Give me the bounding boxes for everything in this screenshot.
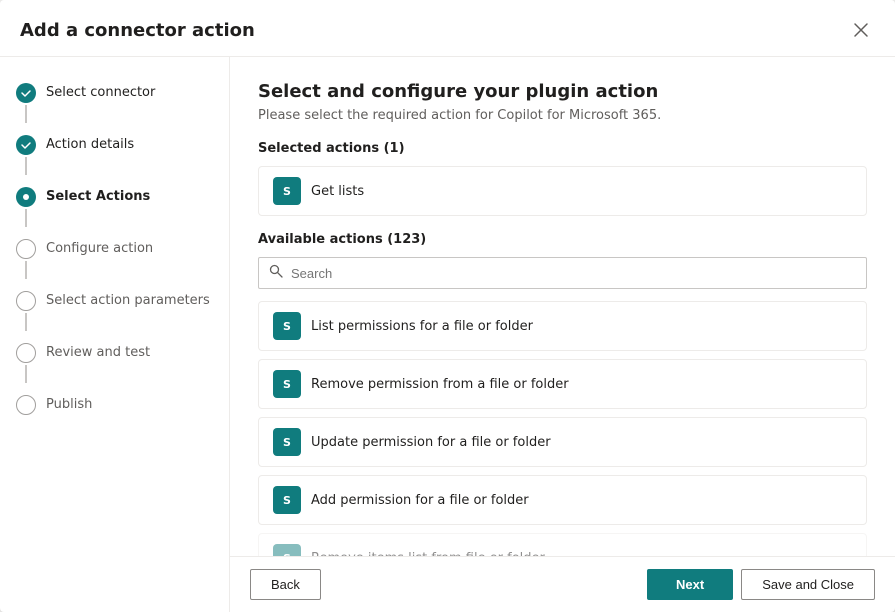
step-label: Select action parameters bbox=[46, 291, 210, 310]
step-indicator-col bbox=[16, 291, 36, 331]
action-name: Update permission for a file or folder bbox=[311, 435, 551, 450]
step-circle-completed bbox=[16, 135, 36, 155]
step-connector-line bbox=[25, 209, 27, 227]
step-label: Configure action bbox=[46, 239, 153, 258]
step-circle-inactive bbox=[16, 239, 36, 259]
sidebar-item-select-actions[interactable]: Select Actions bbox=[0, 181, 229, 233]
step-indicator-col bbox=[16, 135, 36, 175]
action-icon: S bbox=[273, 312, 301, 340]
step-connector-line bbox=[25, 105, 27, 123]
sidebar-item-configure-action[interactable]: Configure action bbox=[0, 233, 229, 285]
search-box[interactable] bbox=[258, 257, 867, 289]
step-circle-active bbox=[16, 187, 36, 207]
step-indicator-col bbox=[16, 343, 36, 383]
action-name: List permissions for a file or folder bbox=[311, 319, 533, 334]
available-action-card-4[interactable]: S Remove items list from file or folder bbox=[258, 533, 867, 556]
step-connector-line bbox=[25, 157, 27, 175]
action-icon: S bbox=[273, 428, 301, 456]
search-input[interactable] bbox=[291, 266, 856, 281]
action-name: Remove permission from a file or folder bbox=[311, 377, 569, 392]
sidebar-item-review-and-test[interactable]: Review and test bbox=[0, 337, 229, 389]
close-icon bbox=[853, 22, 869, 38]
available-action-card-1[interactable]: S Remove permission from a file or folde… bbox=[258, 359, 867, 409]
action-icon: S bbox=[273, 486, 301, 514]
check-icon bbox=[20, 87, 32, 99]
step-label: Select Actions bbox=[46, 187, 150, 206]
icon-text: S bbox=[283, 185, 291, 198]
icon-text: S bbox=[283, 378, 291, 391]
dialog-body: Select connector Action details bbox=[0, 57, 895, 612]
main-content: Select and configure your plugin action … bbox=[230, 57, 895, 612]
main-heading: Select and configure your plugin action bbox=[258, 81, 867, 102]
step-label: Publish bbox=[46, 395, 92, 414]
action-icon: S bbox=[273, 177, 301, 205]
step-label: Select connector bbox=[46, 83, 155, 102]
dialog-title: Add a connector action bbox=[20, 20, 255, 41]
icon-text: S bbox=[283, 552, 291, 557]
step-circle-inactive bbox=[16, 343, 36, 363]
step-connector-line bbox=[25, 313, 27, 331]
action-name: Remove items list from file or folder bbox=[311, 551, 545, 557]
main-body: Select and configure your plugin action … bbox=[230, 57, 895, 556]
check-icon bbox=[20, 191, 32, 203]
back-button[interactable]: Back bbox=[250, 569, 321, 600]
step-indicator-col bbox=[16, 83, 36, 123]
close-button[interactable] bbox=[847, 16, 875, 44]
icon-text: S bbox=[283, 494, 291, 507]
step-connector-line bbox=[25, 261, 27, 279]
action-icon: S bbox=[273, 544, 301, 556]
step-indicator-col bbox=[16, 239, 36, 279]
selected-actions-label: Selected actions (1) bbox=[258, 141, 867, 156]
icon-text: S bbox=[283, 436, 291, 449]
main-subtext: Please select the required action for Co… bbox=[258, 108, 867, 123]
action-name: Add permission for a file or folder bbox=[311, 493, 529, 508]
step-label: Review and test bbox=[46, 343, 150, 362]
sidebar: Select connector Action details bbox=[0, 57, 230, 612]
selected-action-card-0[interactable]: S Get lists bbox=[258, 166, 867, 216]
search-icon bbox=[269, 264, 283, 282]
available-action-card-3[interactable]: S Add permission for a file or folder bbox=[258, 475, 867, 525]
step-label: Action details bbox=[46, 135, 134, 154]
available-actions-label: Available actions (123) bbox=[258, 232, 867, 247]
step-indicator-col bbox=[16, 395, 36, 415]
save-close-button[interactable]: Save and Close bbox=[741, 569, 875, 600]
step-circle-inactive bbox=[16, 395, 36, 415]
dialog-footer: Back Next Save and Close bbox=[230, 556, 895, 612]
available-action-card-0[interactable]: S List permissions for a file or folder bbox=[258, 301, 867, 351]
step-indicator-col bbox=[16, 187, 36, 227]
step-circle-inactive bbox=[16, 291, 36, 311]
next-button[interactable]: Next bbox=[647, 569, 733, 600]
check-icon bbox=[20, 139, 32, 151]
action-icon: S bbox=[273, 370, 301, 398]
available-action-card-2[interactable]: S Update permission for a file or folder bbox=[258, 417, 867, 467]
icon-text: S bbox=[283, 320, 291, 333]
sidebar-item-select-action-parameters[interactable]: Select action parameters bbox=[0, 285, 229, 337]
dialog-header: Add a connector action bbox=[0, 0, 895, 57]
add-connector-action-dialog: Add a connector action Select con bbox=[0, 0, 895, 612]
sidebar-item-action-details[interactable]: Action details bbox=[0, 129, 229, 181]
step-connector-line bbox=[25, 365, 27, 383]
sidebar-item-select-connector[interactable]: Select connector bbox=[0, 77, 229, 129]
step-circle-completed bbox=[16, 83, 36, 103]
footer-right-buttons: Next Save and Close bbox=[647, 569, 875, 600]
action-name: Get lists bbox=[311, 184, 364, 199]
sidebar-item-publish[interactable]: Publish bbox=[0, 389, 229, 421]
